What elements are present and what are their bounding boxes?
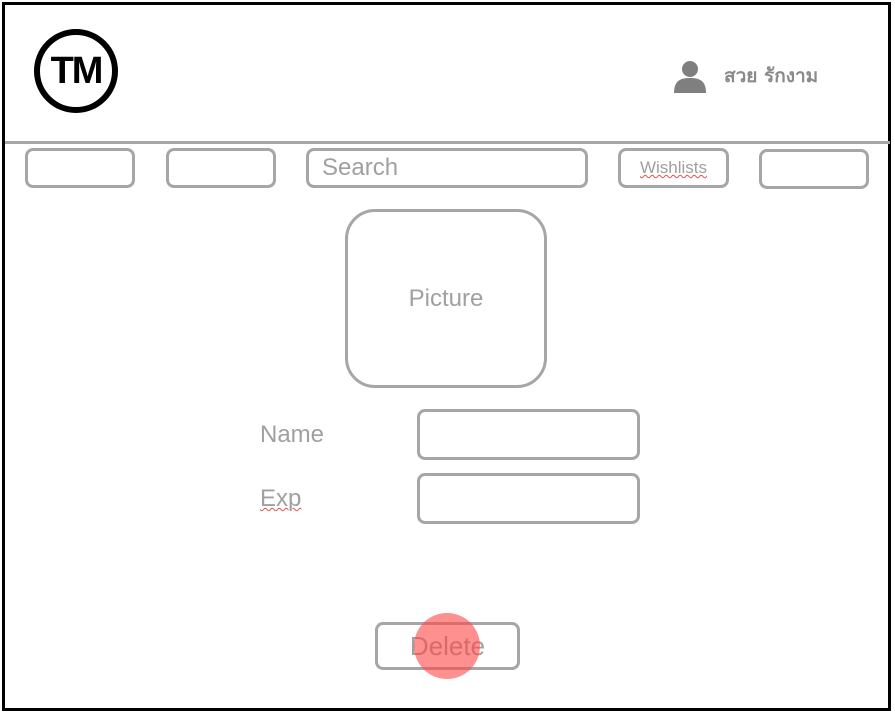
item-picture: Picture: [345, 209, 547, 388]
nav-button-5[interactable]: [759, 149, 869, 189]
delete-label: Delete: [409, 630, 486, 661]
user-name: สวย รักงาม: [724, 65, 819, 87]
header-divider: [5, 141, 890, 144]
picture-label: Picture: [408, 284, 484, 312]
nav-button-1[interactable]: [25, 148, 135, 188]
name-label: Name: [260, 421, 325, 448]
wishlists-label: Wishlists: [639, 158, 708, 177]
name-field[interactable]: [417, 409, 640, 460]
search-placeholder: Search: [322, 154, 399, 181]
exp-field[interactable]: [417, 473, 640, 524]
user-profile[interactable]: สวย รักงาม: [672, 58, 818, 94]
wishlists-button[interactable]: Wishlists: [618, 148, 729, 188]
delete-button[interactable]: Delete: [375, 622, 520, 670]
logo[interactable]: TM: [34, 29, 118, 113]
search-input[interactable]: Search: [306, 148, 588, 188]
user-icon: [674, 61, 706, 93]
nav-button-2[interactable]: [166, 148, 276, 188]
exp-label: Exp: [260, 485, 302, 512]
logo-text: TM: [50, 49, 104, 92]
